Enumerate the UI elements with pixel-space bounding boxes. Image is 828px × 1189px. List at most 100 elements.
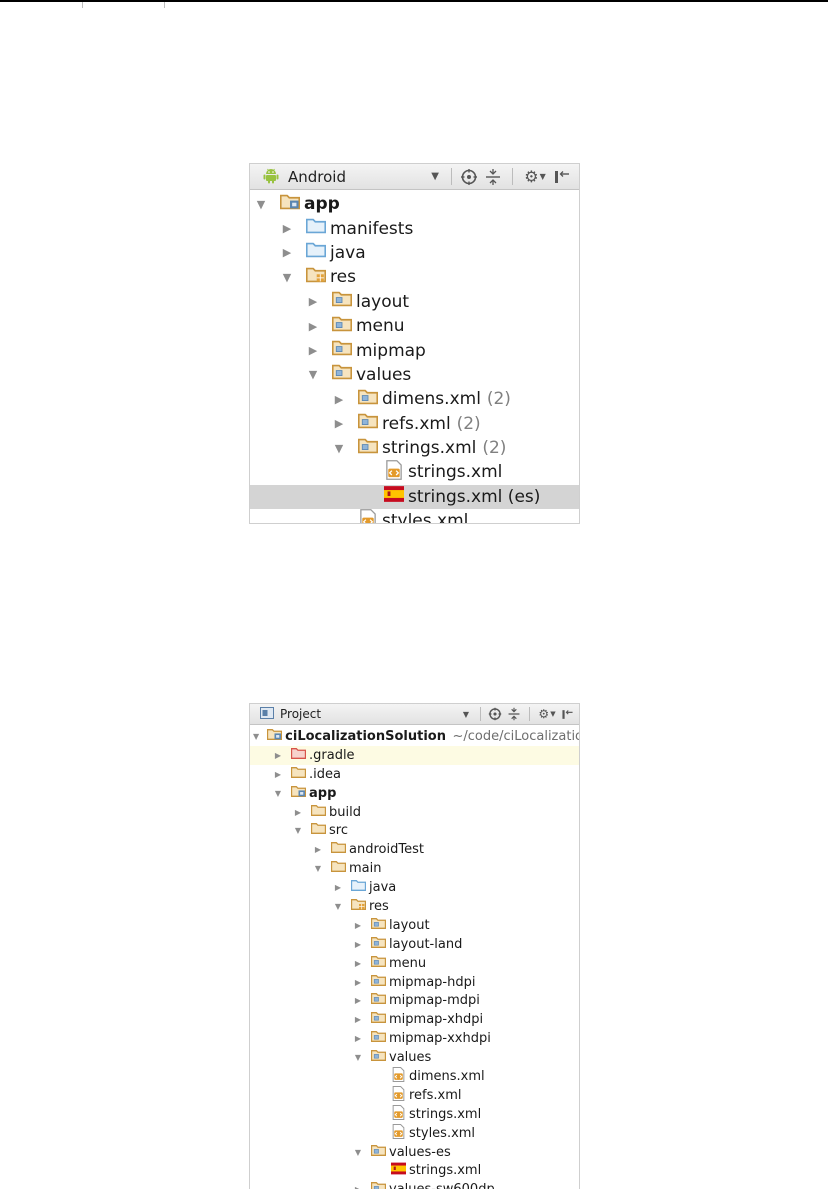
view-selector[interactable]: Project ▼: [260, 706, 475, 722]
expand-arrow-right-icon[interactable]: ▶: [273, 751, 283, 760]
project-icon: [260, 706, 274, 722]
tree-item-src[interactable]: ▼ src: [250, 821, 579, 840]
gear-icon[interactable]: ⚙ ▼: [535, 707, 559, 721]
expand-arrow-right-icon[interactable]: ▶: [306, 344, 320, 357]
tree-item-label: mipmap-xhdpi: [389, 1012, 484, 1028]
tree-item-mipmap-hdpi[interactable]: ▶ mipmap-hdpi: [250, 973, 579, 992]
expand-arrow-right-icon[interactable]: ▶: [353, 1185, 363, 1189]
expand-arrow-right-icon[interactable]: ▶: [353, 996, 363, 1005]
expand-arrow-right-icon[interactable]: ▶: [333, 883, 343, 892]
xml-file-icon: [391, 1123, 406, 1143]
tree-item-res[interactable]: ▼ res: [250, 265, 579, 289]
tree-item-layout[interactable]: ▶ layout: [250, 916, 579, 935]
expand-arrow-down-icon[interactable]: ▼: [353, 1148, 363, 1157]
tree-item-java[interactable]: ▶ java: [250, 878, 579, 897]
item-count: (2): [486, 389, 511, 410]
tree-item-refs-xml[interactable]: refs.xml: [250, 1085, 579, 1105]
tree-item-mipmap-mdpi[interactable]: ▶ mipmap-mdpi: [250, 991, 579, 1010]
project-tree: ▼ ciLocalizationSolution ~/code/ciLocaliza…: [250, 725, 579, 1189]
chevron-down-icon[interactable]: ▼: [463, 710, 469, 719]
tree-item-app[interactable]: ▼ app: [250, 192, 579, 216]
expand-arrow-down-icon[interactable]: ▼: [306, 368, 320, 381]
expand-arrow-down-icon[interactable]: ▼: [313, 864, 323, 873]
expand-arrow-right-icon[interactable]: ▶: [280, 222, 294, 235]
crosshair-icon[interactable]: [458, 168, 480, 186]
expand-arrow-right-icon[interactable]: ▶: [306, 320, 320, 333]
expand-arrow-down-icon[interactable]: ▼: [332, 442, 346, 455]
expand-arrow-right-icon[interactable]: ▶: [293, 808, 303, 817]
expand-arrow-right-icon[interactable]: ▶: [313, 845, 323, 854]
collapse-icon[interactable]: [480, 168, 506, 186]
tree-item-values[interactable]: ▼ values: [250, 1048, 579, 1067]
package-folder-icon: [370, 973, 387, 992]
tree-item-menu[interactable]: ▶ menu: [250, 314, 579, 338]
tree-item-menu[interactable]: ▶ menu: [250, 954, 579, 973]
view-selector[interactable]: Android ▼: [262, 166, 445, 188]
tree-item-mipmap-xhdpi[interactable]: ▶ mipmap-xhdpi: [250, 1010, 579, 1029]
tree-item-java[interactable]: ▶ java: [250, 241, 579, 265]
tree-item-values-es[interactable]: ▼ values-es: [250, 1143, 579, 1162]
hide-panel-icon[interactable]: [559, 708, 575, 721]
package-folder-icon: [370, 991, 387, 1010]
gear-icon[interactable]: ⚙ ▼: [519, 167, 551, 186]
tree-item-dimens-xml[interactable]: ▶ dimens.xml (2): [250, 387, 579, 411]
expand-arrow-right-icon[interactable]: ▶: [332, 417, 346, 430]
expand-arrow-right-icon[interactable]: ▶: [353, 978, 363, 987]
tree-item-main[interactable]: ▼ main: [250, 859, 579, 878]
xml-file-icon: [358, 508, 378, 523]
tree-item-idea[interactable]: ▶ .idea: [250, 765, 579, 784]
toolbar-separator: [480, 707, 481, 721]
expand-arrow-down-icon[interactable]: ▼: [293, 826, 303, 835]
tree-item-label: values: [356, 364, 412, 385]
tree-item-mipmap-xxhdpi[interactable]: ▶ mipmap-xxhdpi: [250, 1029, 579, 1048]
tree-item-layout[interactable]: ▶ layout: [250, 290, 579, 314]
tree-item-gradle[interactable]: ▶ .gradle: [250, 745, 579, 765]
expand-arrow-down-icon[interactable]: ▼: [253, 732, 259, 741]
crosshair-icon[interactable]: [486, 707, 504, 721]
tree-item-strings-xml[interactable]: strings.xml: [250, 1104, 579, 1124]
tree-item-res[interactable]: ▼ res: [250, 897, 579, 916]
tree-item-build[interactable]: ▶ build: [250, 803, 579, 822]
tree-item-app[interactable]: ▼ app: [250, 784, 579, 803]
tree-item-strings-xml[interactable]: ▼ strings.xml (2): [250, 436, 579, 460]
expand-arrow-down-icon[interactable]: ▼: [254, 198, 268, 211]
expand-arrow-right-icon[interactable]: ▶: [353, 940, 363, 949]
tree-item-strings-xml[interactable]: strings.xml: [250, 1161, 579, 1180]
tree-item-refs-xml[interactable]: ▶ refs.xml (2): [250, 412, 579, 436]
expand-arrow-right-icon[interactable]: ▶: [280, 246, 294, 259]
tree-item-manifests[interactable]: ▶ manifests: [250, 216, 579, 240]
package-folder-icon: [370, 1180, 387, 1189]
tree-item-styles-xml[interactable]: styles.xml: [250, 508, 579, 523]
tree-item-strings-xml-es[interactable]: strings.xml (es): [250, 484, 579, 510]
tree-item-label: res: [330, 267, 356, 288]
tree-item-label: menu: [356, 316, 405, 337]
expand-arrow-right-icon[interactable]: ▶: [353, 959, 363, 968]
expand-arrow-right-icon[interactable]: ▶: [273, 770, 283, 779]
expand-arrow-down-icon[interactable]: ▼: [333, 902, 343, 911]
expand-arrow-right-icon[interactable]: ▶: [332, 393, 346, 406]
expand-arrow-down-icon[interactable]: ▼: [280, 271, 294, 284]
collapse-icon[interactable]: [504, 707, 524, 721]
expand-arrow-right-icon[interactable]: ▶: [306, 295, 320, 308]
tree-item-label: mipmap: [356, 340, 426, 361]
expand-arrow-down-icon[interactable]: ▼: [353, 1053, 363, 1062]
tree-item-cilocalizationsolution[interactable]: ▼ ciLocalizationSolution ~/code/ciLocaliza…: [250, 727, 579, 746]
expand-arrow-right-icon[interactable]: ▶: [353, 921, 363, 930]
tree-item-values-sw600dp[interactable]: ▶ values-sw600dp: [250, 1180, 579, 1189]
tree-item-strings-xml[interactable]: strings.xml: [250, 460, 579, 484]
tree-item-mipmap[interactable]: ▶ mipmap: [250, 338, 579, 362]
expand-arrow-right-icon[interactable]: ▶: [353, 1034, 363, 1043]
package-folder-icon: [357, 436, 379, 461]
hide-panel-icon[interactable]: [551, 168, 573, 186]
expand-arrow-right-icon[interactable]: ▶: [353, 1015, 363, 1024]
package-folder-icon: [370, 954, 387, 973]
tree-item-values[interactable]: ▼ values: [250, 363, 579, 387]
chevron-down-icon[interactable]: ▼: [431, 171, 439, 182]
tree-item-label: strings.xml (es): [408, 486, 541, 507]
tree-item-dimens-xml[interactable]: dimens.xml: [250, 1067, 579, 1086]
tree-item-styles-xml[interactable]: styles.xml: [250, 1123, 579, 1143]
rule-tick: [164, 2, 165, 8]
tree-item-androidtest[interactable]: ▶ androidTest: [250, 840, 579, 859]
tree-item-layout-land[interactable]: ▶ layout-land: [250, 935, 579, 954]
expand-arrow-down-icon[interactable]: ▼: [273, 789, 283, 798]
